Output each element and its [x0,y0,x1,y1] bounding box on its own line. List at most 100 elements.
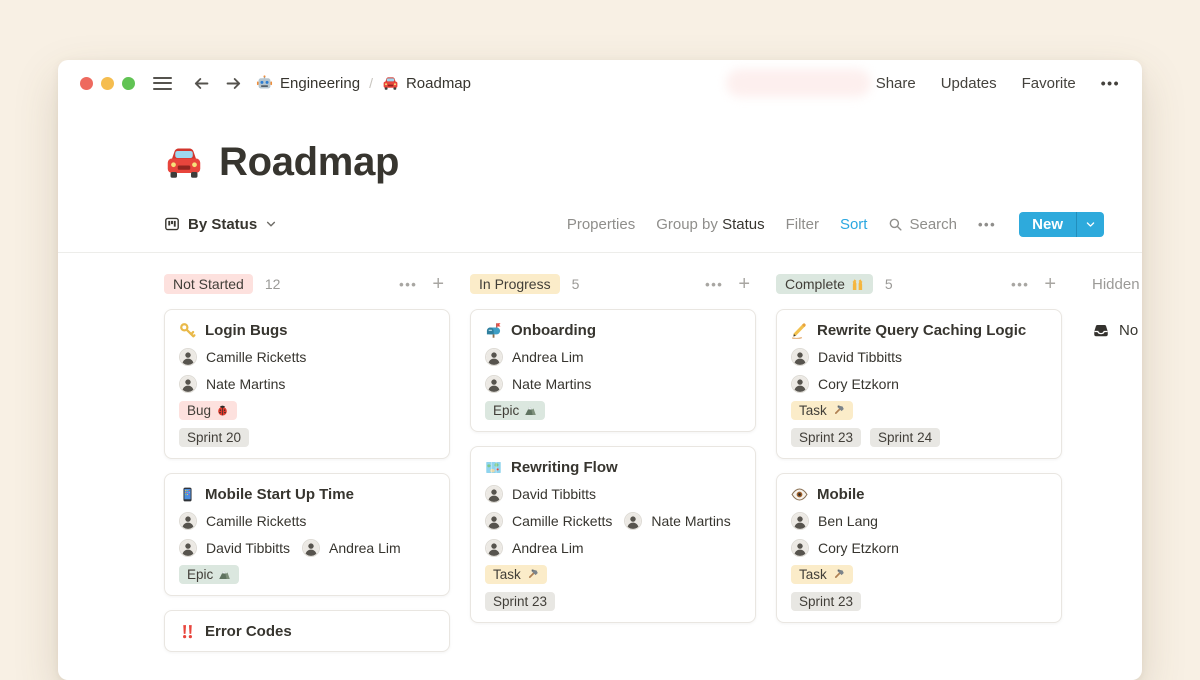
mailbox-icon [485,322,502,339]
share-button[interactable]: Share [876,75,916,92]
card-person-row: Camille Ricketts [179,512,435,530]
breadcrumb-item-engineering[interactable]: Engineering [256,75,360,92]
card-person-row: Nate Martins [485,375,741,393]
avatar [179,348,197,366]
board-column: In Progress 5 ••• + Onboarding Andrea Li… [470,271,756,623]
person: Camille Ricketts [179,512,306,530]
ladybug-icon [216,404,229,417]
person: David Tibbitts [791,348,902,366]
person-name: Andrea Lim [512,540,584,556]
more-options-icon[interactable]: ••• [1101,75,1120,91]
minimize-window-button[interactable] [101,77,114,90]
new-dropdown-button[interactable] [1077,212,1104,237]
tag-pill: Sprint 23 [485,592,555,611]
column-more-icon[interactable]: ••• [1011,277,1029,292]
properties-button[interactable]: Properties [567,216,635,233]
tag-pill: Sprint 24 [870,428,940,447]
double-exclamation-icon [179,623,196,640]
column-more-icon[interactable]: ••• [399,277,417,292]
mountain-icon [524,404,537,417]
person: Ben Lang [791,512,878,530]
tag-pill: Sprint 20 [179,428,249,447]
person-name: David Tibbitts [818,349,902,365]
hammer-icon [832,568,845,581]
sort-button[interactable]: Sort [840,216,868,233]
view-switcher-by-status[interactable]: By Status [164,216,277,233]
column-add-icon[interactable]: + [1044,274,1056,294]
card-title: Rewrite Query Caching Logic [817,322,1026,339]
avatar [179,539,197,557]
column-status-pill[interactable]: In Progress [470,274,560,294]
person-name: Nate Martins [512,376,591,392]
zoom-window-button[interactable] [122,77,135,90]
back-arrow-icon[interactable] [192,74,211,93]
mountain-icon [218,568,231,581]
toolbar-divider [58,252,1142,253]
column-cards: Rewrite Query Caching Logic David Tibbit… [776,309,1062,623]
avatar [791,348,809,366]
card-title-row: Error Codes [179,623,435,640]
group-by-value: Status [722,216,765,233]
person: Cory Etzkorn [791,539,899,557]
window-titlebar: Engineering / Roadmap Share Updates Favo… [58,60,1142,106]
person: Camille Ricketts [179,348,306,366]
hidden-group-label: No [1119,322,1138,339]
kanban-card[interactable]: Error Codes [164,610,450,652]
column-status-pill[interactable]: Not Started [164,274,253,294]
column-status-pill[interactable]: Complete [776,274,873,294]
forward-arrow-icon[interactable] [224,74,243,93]
tag-pill: Sprint 23 [791,428,861,447]
tag-pill: Task [485,565,547,584]
app-window: Engineering / Roadmap Share Updates Favo… [58,60,1142,680]
kanban-card[interactable]: Rewriting Flow David TibbittsCamille Ric… [470,446,756,623]
card-person-row: Camille Ricketts Nate Martins [485,512,741,530]
world-map-icon [485,459,502,476]
kanban-card[interactable]: Mobile Start Up Time Camille RickettsDav… [164,473,450,596]
card-title: Error Codes [205,623,292,640]
favorite-button[interactable]: Favorite [1022,75,1076,92]
person-name: Nate Martins [206,376,285,392]
card-person-row: Andrea Lim [485,348,741,366]
avatar [624,512,642,530]
hidden-columns-toggle[interactable]: Hidden [1092,271,1142,297]
person: Nate Martins [624,512,730,530]
inbox-tray-icon [1092,321,1110,339]
column-count: 5 [572,276,580,292]
sidebar-menu-icon[interactable] [153,77,172,90]
card-person-row: Ben Lang [791,512,1047,530]
new-button[interactable]: New [1019,212,1104,237]
updates-button[interactable]: Updates [941,75,997,92]
person-name: Andrea Lim [512,349,584,365]
person: Cory Etzkorn [791,375,899,393]
breadcrumb-item-roadmap[interactable]: Roadmap [382,75,471,92]
person-name: David Tibbitts [512,486,596,502]
avatar [485,485,503,503]
kanban-card[interactable]: Login Bugs Camille RickettsNate MartinsB… [164,309,450,459]
chevron-down-icon [265,218,277,230]
kanban-card[interactable]: Onboarding Andrea LimNate MartinsEpic [470,309,756,432]
card-title-row: Rewrite Query Caching Logic [791,322,1047,339]
person: Camille Ricketts [485,512,612,530]
kanban-card[interactable]: Rewrite Query Caching Logic David Tibbit… [776,309,1062,459]
page-title[interactable]: Roadmap [219,140,399,185]
page-background: { "colors": { "page_bg": "#f8f0e4", "acc… [0,0,1200,630]
card-person-row: Cory Etzkorn [791,375,1047,393]
person-name: Andrea Lim [329,540,401,556]
kanban-card[interactable]: Mobile Ben LangCory EtzkornTaskSprint 23 [776,473,1062,623]
close-window-button[interactable] [80,77,93,90]
person-name: Nate Martins [651,513,730,529]
person-name: Camille Ricketts [512,513,612,529]
search-button[interactable]: Search [888,216,957,233]
filter-button[interactable]: Filter [786,216,819,233]
toolbar-more-icon[interactable]: ••• [978,217,996,232]
tag-pill: Task [791,401,853,420]
group-by-button[interactable]: Group by Status [656,216,764,233]
card-tag-row: Task [791,401,1047,420]
card-person-row: David Tibbitts [791,348,1047,366]
hidden-group-no-status[interactable]: No [1092,321,1142,339]
column-more-icon[interactable]: ••• [705,277,723,292]
new-button-label[interactable]: New [1019,212,1076,237]
column-add-icon[interactable]: + [738,274,750,294]
column-add-icon[interactable]: + [432,274,444,294]
card-tag-row: Epic [485,401,741,420]
